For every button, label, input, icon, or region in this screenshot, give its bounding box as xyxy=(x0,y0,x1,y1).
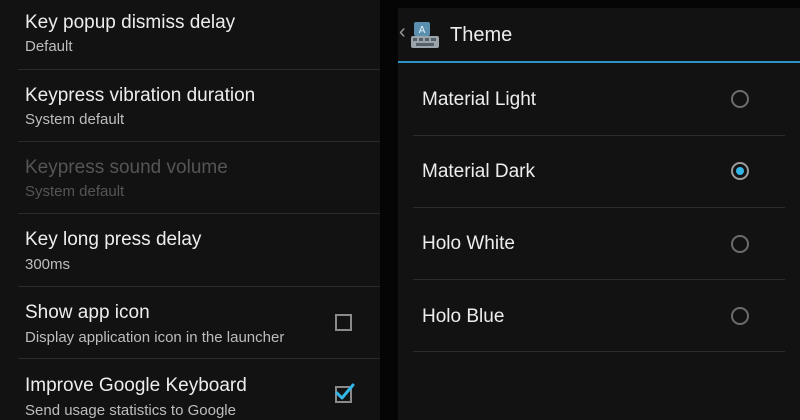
pref-improve-google-keyboard[interactable]: Improve Google Keyboard Send usage stati… xyxy=(0,360,380,420)
divider xyxy=(413,351,785,352)
action-bar: ‹ A Theme xyxy=(398,8,800,62)
pref-summary: 300ms xyxy=(25,256,71,273)
theme-option-label: Holo Blue xyxy=(422,306,505,327)
radio-button[interactable] xyxy=(731,90,749,108)
pref-keypress-vibration-duration[interactable]: Keypress vibration duration System defau… xyxy=(0,72,380,144)
pref-key-long-press-delay[interactable]: Key long press delay 300ms xyxy=(0,216,380,288)
radio-button[interactable] xyxy=(731,307,749,325)
theme-option-material-dark[interactable]: Material Dark xyxy=(398,136,800,208)
status-bar xyxy=(398,0,800,8)
theme-option-label: Holo White xyxy=(422,233,515,254)
keyboard-app-icon[interactable]: A xyxy=(410,21,440,49)
check-icon xyxy=(335,383,355,400)
pref-title: Improve Google Keyboard xyxy=(25,375,247,396)
svg-text:A: A xyxy=(419,25,426,36)
divider xyxy=(18,286,380,287)
pref-title: Show app icon xyxy=(25,302,150,323)
theme-option-material-light[interactable]: Material Light xyxy=(398,63,800,135)
pref-keypress-sound-volume: Keypress sound volume System default xyxy=(0,144,380,216)
chevron-left-icon[interactable]: ‹ xyxy=(399,21,406,44)
settings-panel: Key popup dismiss delay Default Keypress… xyxy=(0,0,380,420)
pref-summary: System default xyxy=(25,111,125,128)
pref-title: Keypress vibration duration xyxy=(25,85,256,106)
radio-button-selected[interactable] xyxy=(731,162,749,180)
pref-title: Key long press delay xyxy=(25,229,202,250)
divider xyxy=(18,213,380,214)
pref-show-app-icon[interactable]: Show app icon Display application icon i… xyxy=(0,288,380,360)
panel-gap xyxy=(380,0,398,420)
pref-title: Keypress sound volume xyxy=(25,157,228,178)
theme-option-holo-blue[interactable]: Holo Blue xyxy=(398,280,800,352)
theme-option-holo-white[interactable]: Holo White xyxy=(398,208,800,280)
divider xyxy=(18,141,380,142)
pref-title: Key popup dismiss delay xyxy=(25,12,236,33)
theme-panel: ‹ A Theme Material Light Material Dark H… xyxy=(398,0,800,420)
radio-button[interactable] xyxy=(731,235,749,253)
pref-key-popup-dismiss-delay[interactable]: Key popup dismiss delay Default xyxy=(0,0,380,72)
show-app-icon-checkbox[interactable] xyxy=(335,314,352,331)
theme-option-label: Material Dark xyxy=(422,161,535,182)
pref-summary: Display application icon in the launcher xyxy=(25,329,285,346)
theme-option-label: Material Light xyxy=(422,89,537,110)
divider xyxy=(18,358,380,359)
pref-summary: Send usage statistics to Google xyxy=(25,402,236,419)
divider xyxy=(18,69,380,70)
radio-dot xyxy=(736,167,744,175)
page-title: Theme xyxy=(450,24,513,46)
pref-summary: Default xyxy=(25,38,73,55)
pref-summary: System default xyxy=(25,183,125,200)
